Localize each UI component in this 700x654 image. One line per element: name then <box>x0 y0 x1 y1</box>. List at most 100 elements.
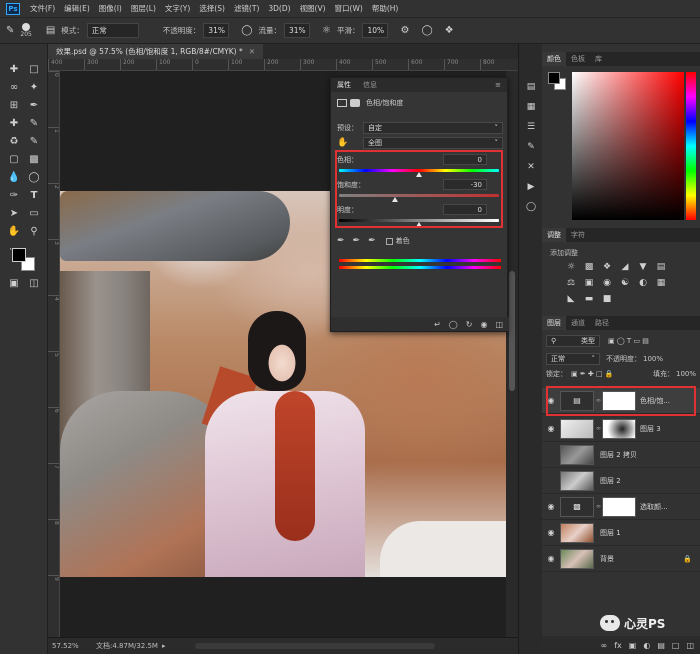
eye-icon[interactable]: ◉ <box>542 528 560 537</box>
tab-properties[interactable]: 属性 <box>331 80 357 90</box>
horizontal-scrollbar[interactable] <box>195 643 436 649</box>
eyedropper-plus-icon[interactable]: ✒ <box>353 236 361 246</box>
brush-settings-icon[interactable]: ▤ <box>46 25 55 36</box>
magic-wand-tool-icon[interactable]: ✦ <box>25 78 43 96</box>
eye-icon[interactable]: ◉ <box>542 554 560 563</box>
pen-tool-icon[interactable]: ✑ <box>5 186 23 204</box>
panel-foreground-swatch[interactable] <box>548 72 560 84</box>
menu-3d[interactable]: 3D(D) <box>268 4 290 13</box>
mode-select[interactable]: 正常 <box>86 23 139 38</box>
crop-tool-icon[interactable]: ⊞ <box>5 96 23 114</box>
properties-icon[interactable]: ▦ <box>524 100 538 114</box>
selective-color-icon[interactable]: ■ <box>602 294 612 304</box>
scrollbar-thumb[interactable] <box>509 271 515 391</box>
eyedropper-minus-icon[interactable]: ✒ <box>368 236 376 246</box>
mask-icon[interactable] <box>350 99 360 107</box>
trash-icon[interactable]: ◫ <box>686 641 694 650</box>
tab-character[interactable]: 字符 <box>566 228 590 242</box>
fill-value[interactable]: 100% <box>676 370 696 378</box>
new-group-icon[interactable]: ▤ <box>657 641 665 650</box>
color-hue-strip[interactable] <box>686 72 696 220</box>
history-brush-tool-icon[interactable]: ✎ <box>25 132 43 150</box>
layer-mask-thumbnail[interactable] <box>602 496 636 517</box>
link-layers-icon[interactable]: ∞ <box>601 641 608 650</box>
levels-icon[interactable]: ▩ <box>584 262 594 272</box>
info-icon[interactable]: ☰ <box>524 120 538 134</box>
brush-presets-icon[interactable]: ✎ <box>524 140 538 154</box>
tab-adjustments[interactable]: 调整 <box>542 228 566 242</box>
screen-mode-icon[interactable]: ◫ <box>25 274 43 292</box>
layer-row[interactable]: ◉ 图层 1 <box>542 520 700 546</box>
color-picker-field[interactable] <box>572 72 684 220</box>
eyedropper-icon[interactable]: ✒ <box>337 236 345 246</box>
curves-icon[interactable]: ❖ <box>602 262 612 272</box>
zoom-level[interactable]: 57.52% <box>48 642 88 650</box>
preset-select[interactable]: 自定 ˅ <box>363 122 503 134</box>
dodge-tool-icon[interactable]: ◯ <box>25 168 43 186</box>
layer-row[interactable]: ◉ ▩ ∞ 选取颜... <box>542 494 700 520</box>
smooth-field[interactable]: 10% <box>362 23 389 38</box>
quick-mask-icon[interactable]: ▣ <box>5 274 23 292</box>
menu-layer[interactable]: 图层(L) <box>131 3 156 14</box>
actions-icon[interactable]: ▶ <box>524 180 538 194</box>
panel-menu-icon[interactable]: ≡ <box>495 81 501 89</box>
pressure-size-icon[interactable]: ◯ <box>421 25 432 36</box>
lock-icons[interactable]: ▣ ✒ ✚ □ 🔒 <box>571 370 614 378</box>
menu-window[interactable]: 窗口(W) <box>335 3 363 14</box>
hue-saturation-icon[interactable]: ▤ <box>656 262 666 272</box>
filter-icons[interactable]: ▣ ◯ T ▭ ▤ <box>608 337 649 345</box>
move-tool-icon[interactable]: ✚ <box>5 60 23 78</box>
layer-row[interactable]: 图层 2 <box>542 468 700 494</box>
layer-row[interactable]: ◉ 背景 🔒 <box>542 546 700 572</box>
tool-presets-icon[interactable]: ✕ <box>524 160 538 174</box>
eye-icon[interactable]: ◉ <box>542 502 560 511</box>
hand-tool-icon[interactable]: ✋ <box>5 222 23 240</box>
layer-mask-thumbnail[interactable] <box>602 418 636 439</box>
zoom-tool-icon[interactable]: ⚲ <box>25 222 43 240</box>
vibrance-icon[interactable]: ▼ <box>638 262 648 272</box>
colorize-checkbox[interactable] <box>385 237 393 245</box>
photo-filter-icon[interactable]: ◉ <box>602 278 612 288</box>
document-tab[interactable]: 效果.psd @ 57.5% (色相/饱和度 1, RGB/8#/CMYK) *… <box>48 44 264 59</box>
tab-paths[interactable]: 路径 <box>590 316 614 330</box>
type-tool-icon[interactable]: T <box>25 186 43 204</box>
tab-libraries[interactable]: 库 <box>590 52 607 66</box>
view-previous-icon[interactable]: ◯ <box>449 320 458 329</box>
flow-field[interactable]: 31% <box>284 23 310 38</box>
lasso-tool-icon[interactable]: ∞ <box>5 78 23 96</box>
exposure-icon[interactable]: ◢ <box>620 262 630 272</box>
gear-icon[interactable]: ⚙ <box>400 25 409 36</box>
menu-select[interactable]: 选择(S) <box>199 3 225 14</box>
menu-help[interactable]: 帮助(H) <box>372 3 399 14</box>
tab-layers[interactable]: 图层 <box>542 316 566 330</box>
stamp-tool-icon[interactable]: ♻ <box>5 132 23 150</box>
layer-kind-select[interactable]: ⚲ 类型 <box>546 335 600 347</box>
shape-tool-icon[interactable]: ▭ <box>25 204 43 222</box>
add-mask-icon[interactable]: ▣ <box>629 641 637 650</box>
invert-icon[interactable]: ◐ <box>638 278 648 288</box>
brush-tool-icon[interactable]: ✎ <box>25 114 43 132</box>
blur-tool-icon[interactable]: 💧 <box>5 168 23 186</box>
black-white-icon[interactable]: ▣ <box>584 278 594 288</box>
healing-tool-icon[interactable]: ✚ <box>5 114 23 132</box>
history-icon[interactable]: ▤ <box>524 80 538 94</box>
menu-type[interactable]: 文字(Y) <box>165 3 190 14</box>
threshold-icon[interactable]: ◣ <box>566 294 576 304</box>
eyedropper-tool-icon[interactable]: ✒ <box>25 96 43 114</box>
target-adjust-hand-icon[interactable]: ✋ <box>337 138 363 148</box>
layer-row[interactable]: ◉ ∞ 图层 3 <box>542 416 700 442</box>
tab-channels[interactable]: 通道 <box>566 316 590 330</box>
posterize-icon[interactable]: ▦ <box>656 278 666 288</box>
gradient-tool-icon[interactable]: ▩ <box>25 150 43 168</box>
pressure-opacity-icon[interactable]: ◯ <box>241 25 252 36</box>
tab-swatches[interactable]: 色板 <box>566 52 590 66</box>
path-select-tool-icon[interactable]: ➤ <box>5 204 23 222</box>
trash-icon[interactable]: ◫ <box>495 320 503 329</box>
layer-row[interactable]: 图层 2 拷贝 <box>542 442 700 468</box>
visibility-icon[interactable]: ◉ <box>480 320 487 329</box>
menu-file[interactable]: 文件(F) <box>30 3 55 14</box>
color-balance-icon[interactable]: ⚖ <box>566 278 576 288</box>
brightness-icon[interactable]: ☼ <box>566 262 576 272</box>
fx-icon[interactable]: fx <box>614 641 622 650</box>
blend-mode-select[interactable]: 正常 ˅ <box>546 353 600 365</box>
